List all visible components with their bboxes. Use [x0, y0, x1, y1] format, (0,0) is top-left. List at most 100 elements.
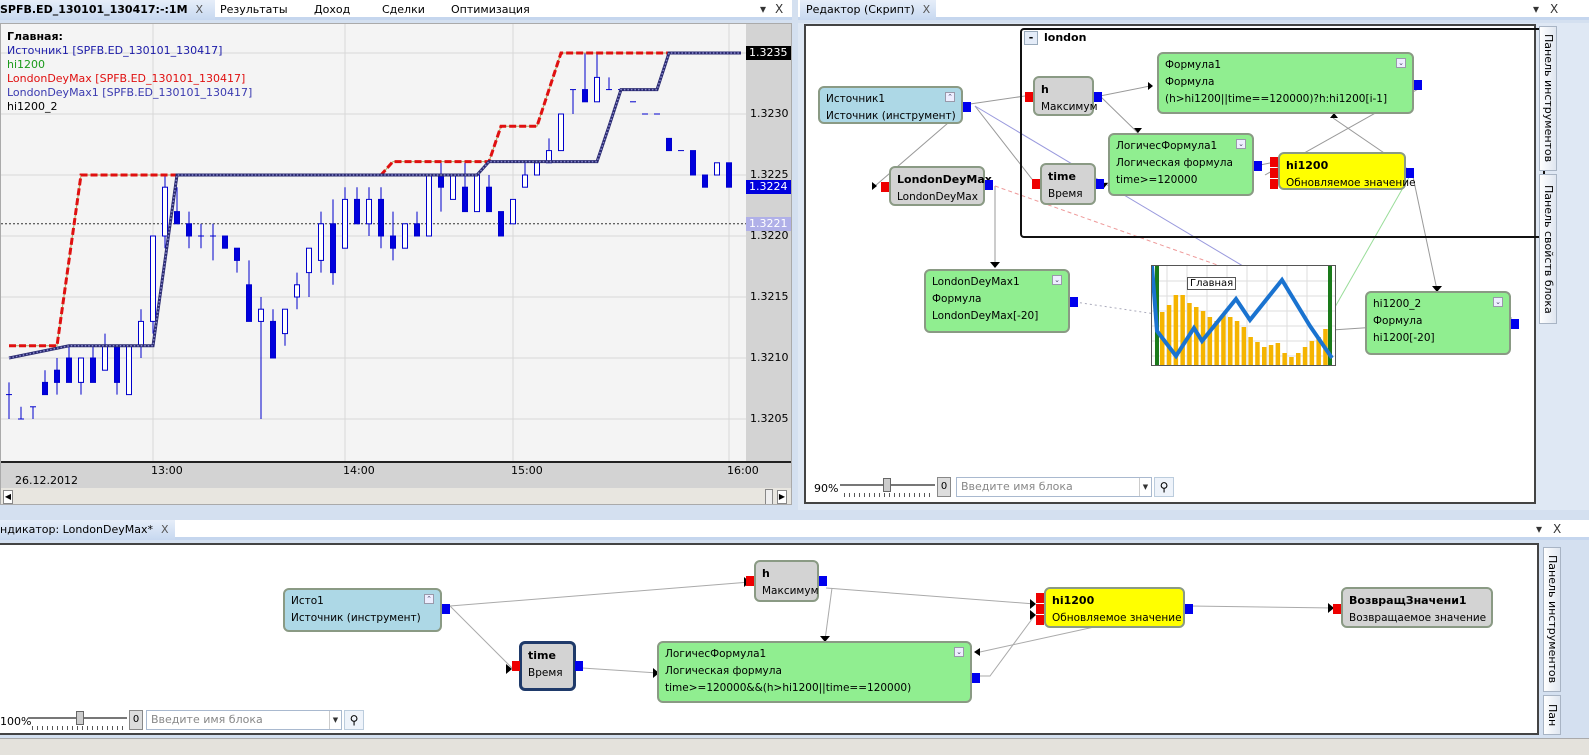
chart-area[interactable]: 1.3205 1.3210 1.3215 1.3220 1.3225 1.3230 1.32…: [0, 23, 792, 505]
node-source[interactable]: Исто1 Источник (инструмент) ⌃: [283, 588, 450, 632]
output-pin[interactable]: [1094, 92, 1102, 102]
input-pin[interactable]: [1032, 179, 1040, 189]
candle-body: [474, 174, 480, 213]
node-londondeymax1[interactable]: LondonDeyMax1 Формула LondonDeyMax[-20] ⌄: [924, 269, 1078, 333]
input-pin[interactable]: [1270, 179, 1278, 189]
node-h[interactable]: h Максимум: [1025, 76, 1102, 116]
node-time[interactable]: time Время: [512, 641, 583, 691]
close-icon[interactable]: X: [196, 3, 204, 16]
slider-thumb[interactable]: [883, 478, 891, 492]
output-pin[interactable]: [1185, 604, 1193, 614]
input-pin[interactable]: [1036, 593, 1044, 603]
node-chart[interactable]: Главная: [1151, 265, 1336, 366]
node-type: Формула: [1373, 315, 1423, 327]
legend-item[interactable]: Источник1 [SPFB.ED_130101_130417]: [7, 44, 252, 58]
close-panel-icon[interactable]: X: [1553, 522, 1561, 536]
chevron-down-icon[interactable]: ▼: [329, 711, 341, 729]
input-pin[interactable]: [746, 576, 754, 586]
input-pin[interactable]: [1333, 604, 1341, 614]
zoom-reset-button[interactable]: 0: [129, 710, 143, 730]
input-pin[interactable]: [1025, 92, 1033, 102]
output-pin[interactable]: [1070, 297, 1078, 307]
tab-optimization[interactable]: Оптимизация: [445, 0, 536, 20]
horizontal-scrollbar[interactable]: ◀ ▶: [1, 488, 791, 504]
expand-icon[interactable]: ⌄: [954, 647, 964, 657]
scroll-thumb[interactable]: [765, 489, 773, 504]
collapse-icon[interactable]: ⌃: [424, 594, 434, 604]
output-pin[interactable]: [1254, 161, 1262, 171]
block-search-combo[interactable]: Введите имя блока ▼: [146, 710, 342, 730]
tab-income[interactable]: Доход: [308, 0, 356, 20]
node-source[interactable]: Источник1 Источник (инструмент) ⌃: [818, 86, 971, 124]
output-pin[interactable]: [963, 102, 971, 112]
output-pin[interactable]: [1511, 319, 1519, 329]
legend-item[interactable]: LondonDeyMax [SPFB.ED_130101_130417]: [7, 72, 252, 86]
tab-editor[interactable]: Редактор (Скрипт) X: [800, 0, 937, 20]
menu-icon[interactable]: ▾: [1533, 2, 1539, 16]
legend-item[interactable]: hi1200: [7, 58, 252, 72]
menu-icon[interactable]: ▾: [1536, 522, 1542, 536]
output-pin[interactable]: [1414, 80, 1422, 90]
output-pin[interactable]: [972, 673, 980, 683]
input-pin[interactable]: [881, 182, 889, 192]
node-return-value[interactable]: ВозвращЗначени1 Возвращаемое значение: [1333, 587, 1493, 628]
output-pin[interactable]: [1406, 168, 1414, 178]
chevron-down-icon[interactable]: ▼: [1139, 478, 1151, 496]
collapse-group-button[interactable]: -: [1024, 31, 1038, 45]
tab-indicator[interactable]: ндикатор: LondonDeyMax* X: [0, 520, 175, 540]
close-panel-icon[interactable]: X: [1550, 2, 1558, 16]
expand-icon[interactable]: ⌄: [1052, 275, 1062, 285]
slider-thumb[interactable]: [76, 711, 84, 725]
zoom-slider[interactable]: [28, 711, 127, 730]
input-pin[interactable]: [1036, 615, 1044, 625]
node-h[interactable]: h Максимум: [746, 560, 827, 602]
output-pin[interactable]: [442, 604, 450, 614]
scroll-right-icon[interactable]: ▶: [777, 490, 787, 504]
input-pin[interactable]: [1270, 157, 1278, 167]
binoculars-icon[interactable]: ⚲: [1154, 477, 1174, 497]
legend-item[interactable]: hi1200_2: [7, 100, 252, 114]
output-pin[interactable]: [819, 576, 827, 586]
tab-chart[interactable]: SPFB.ED_130101_130417:-:1M X: [0, 0, 215, 20]
expand-icon[interactable]: ⌄: [1236, 139, 1246, 149]
tab-results[interactable]: Результаты: [214, 0, 294, 20]
node-hi1200[interactable]: hi1200 Обновляемое значение: [1036, 587, 1193, 628]
side-tab-block-properties[interactable]: Панель свойств блока: [1539, 174, 1557, 324]
node-time[interactable]: time Время: [1032, 163, 1104, 205]
node-hi1200-2[interactable]: hi1200_2 Формула hi1200[-20] ⌄: [1365, 291, 1519, 355]
candle-body: [378, 198, 384, 237]
candle-body: [498, 211, 504, 237]
node-londondeymax[interactable]: LondonDeyMax LondonDeyMax: [881, 166, 993, 206]
input-pin[interactable]: [1270, 168, 1278, 178]
node-title: ВозвращЗначени1: [1349, 594, 1467, 607]
node-hi1200[interactable]: hi1200 Обновляемое значение: [1270, 152, 1416, 190]
legend-item[interactable]: LondonDeyMax1 [SPFB.ED_130101_130417]: [7, 86, 252, 100]
side-tab-toolbox[interactable]: Панель инструментов: [1543, 547, 1561, 692]
side-tab-toolbox[interactable]: Панель инструментов: [1539, 26, 1557, 171]
output-pin[interactable]: [575, 661, 583, 671]
binoculars-icon[interactable]: ⚲: [344, 710, 364, 730]
close-panel-icon[interactable]: X: [775, 2, 783, 16]
zoom-reset-button[interactable]: 0: [937, 477, 951, 497]
expand-icon[interactable]: ⌄: [1396, 58, 1406, 68]
tab-deals[interactable]: Сделки: [376, 0, 431, 20]
node-expression: time>=120000&&(h>hi1200||time==120000): [665, 682, 912, 694]
zoom-slider[interactable]: [840, 478, 935, 497]
collapse-icon[interactable]: ⌃: [945, 92, 955, 102]
output-pin[interactable]: [1096, 179, 1104, 189]
scroll-left-icon[interactable]: ◀: [3, 490, 13, 504]
side-tab-properties[interactable]: Пан: [1543, 695, 1561, 735]
node-logic-formula[interactable]: ЛогичесФормула1 Логическая формула time>=1…: [657, 641, 980, 703]
input-pin[interactable]: [512, 661, 520, 671]
node-logic-formula[interactable]: ЛогичесФормула1 Логическая формула time>=1…: [1108, 133, 1262, 196]
block-search-combo[interactable]: Введите имя блока ▼: [956, 477, 1152, 497]
candle-body: [42, 381, 48, 396]
node-formula1[interactable]: Формула1 Формула (h>hi1200||time==120000)?…: [1157, 52, 1422, 114]
expand-icon[interactable]: ⌄: [1493, 297, 1503, 307]
close-icon[interactable]: X: [923, 3, 931, 16]
candle-body: [186, 223, 192, 237]
input-pin[interactable]: [1036, 604, 1044, 614]
output-pin[interactable]: [985, 180, 993, 190]
close-icon[interactable]: X: [161, 523, 169, 536]
menu-icon[interactable]: ▾: [760, 2, 766, 16]
